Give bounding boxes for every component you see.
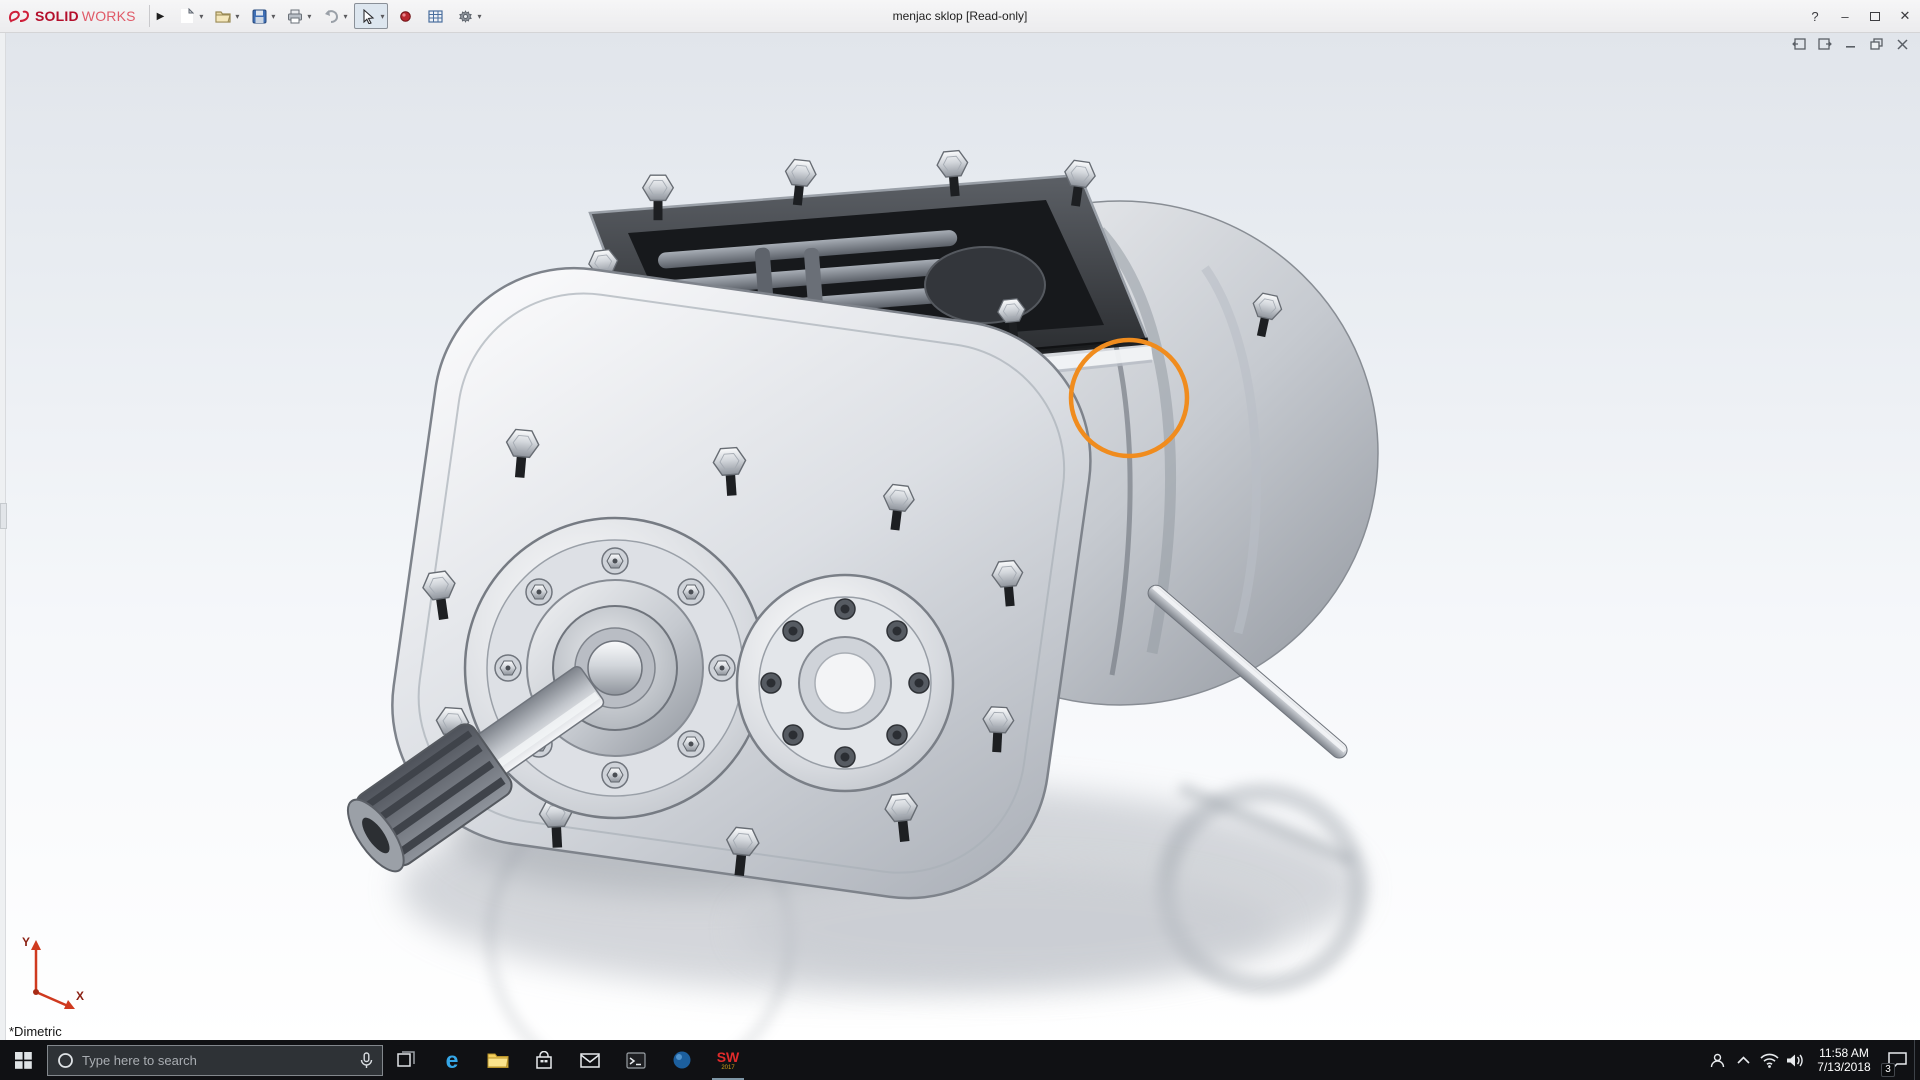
- notification-badge: 3: [1881, 1063, 1895, 1077]
- store-button[interactable]: [521, 1040, 567, 1080]
- solidworks-app-icon: SW 2017: [717, 1050, 740, 1071]
- file-explorer-button[interactable]: [475, 1040, 521, 1080]
- graphics-viewport[interactable]: Y X *Dimetric: [0, 33, 1920, 1040]
- front-housing: [374, 250, 1108, 916]
- volume-button[interactable]: [1782, 1040, 1808, 1080]
- design-table-button[interactable]: [422, 4, 448, 28]
- options-button[interactable]: ▾: [452, 4, 484, 28]
- dassault-ds-icon: [8, 8, 32, 25]
- next-window-icon[interactable]: [1817, 37, 1832, 51]
- view-orientation-label: *Dimetric: [9, 1024, 62, 1039]
- save-button[interactable]: ▾: [246, 4, 278, 28]
- feature-panel-strip: [0, 33, 6, 1040]
- chevron-up-icon: [1737, 1056, 1750, 1065]
- undo-button[interactable]: ▾: [318, 4, 350, 28]
- solidworks-logo: SOLIDWORKS: [0, 8, 142, 25]
- maximize-icon: [1870, 12, 1880, 21]
- dropdown-caret-icon[interactable]: ▾: [271, 12, 275, 21]
- tray-overflow-button[interactable]: [1730, 1040, 1756, 1080]
- triad-x-label: X: [76, 989, 84, 1003]
- wifi-icon: [1760, 1053, 1779, 1068]
- table-grid-icon: [425, 6, 445, 26]
- open-icon: [213, 6, 233, 26]
- solidworks-window: SOLIDWORKS ▶ ▾ ▾ ▾: [0, 0, 1920, 1080]
- cortana-ring-icon: [57, 1052, 74, 1069]
- show-desktop-button[interactable]: [1914, 1040, 1920, 1080]
- windows-taskbar: e: [0, 1040, 1920, 1080]
- maximize-button[interactable]: [1860, 0, 1890, 33]
- record-dot-icon: [395, 6, 415, 26]
- orientation-triad: Y X: [12, 930, 96, 1014]
- dropdown-caret-icon[interactable]: ▾: [380, 12, 384, 21]
- clock-time: 11:58 AM: [1808, 1046, 1880, 1060]
- folder-icon: [487, 1051, 509, 1069]
- doc-restore-icon[interactable]: [1869, 37, 1884, 51]
- save-icon: [249, 6, 269, 26]
- store-bag-icon: [535, 1051, 553, 1070]
- clock-date: 7/13/2018: [1808, 1060, 1880, 1074]
- taskbar-search[interactable]: [47, 1045, 383, 1076]
- microphone-icon[interactable]: [360, 1052, 373, 1069]
- input-flange: [465, 518, 765, 818]
- select-tool-button[interactable]: ▾: [354, 3, 388, 29]
- minimize-button[interactable]: –: [1830, 0, 1860, 33]
- app-icon: [672, 1050, 692, 1070]
- triad-y-label: Y: [22, 935, 30, 949]
- system-tray: 11:58 AM 7/13/2018 3: [1704, 1040, 1920, 1080]
- edge-button[interactable]: e: [429, 1040, 475, 1080]
- print-icon: [285, 6, 305, 26]
- mail-button[interactable]: [567, 1040, 613, 1080]
- quick-access-toolbar: ▾ ▾ ▾ ▾ ▾: [174, 3, 484, 29]
- mail-envelope-icon: [580, 1053, 600, 1068]
- document-title: menjac sklop [Read-only]: [893, 0, 1028, 33]
- dropdown-caret-icon[interactable]: ▾: [199, 12, 203, 21]
- help-button[interactable]: ?: [1800, 0, 1830, 33]
- people-button[interactable]: [1704, 1040, 1730, 1080]
- brand-works: WORKS: [82, 8, 136, 24]
- action-center-button[interactable]: 3: [1880, 1040, 1914, 1080]
- brand-solid: SOLID: [35, 8, 79, 24]
- speaker-icon: [1786, 1053, 1804, 1068]
- console-button[interactable]: [613, 1040, 659, 1080]
- dropdown-caret-icon[interactable]: ▾: [477, 12, 481, 21]
- app-button[interactable]: [659, 1040, 705, 1080]
- secondary-flange: [737, 575, 953, 791]
- panel-collapse-handle[interactable]: [0, 503, 7, 529]
- new-file-button[interactable]: ▾: [174, 4, 206, 28]
- task-view-icon: [396, 1050, 416, 1070]
- titlebar: SOLIDWORKS ▶ ▾ ▾ ▾: [0, 0, 1920, 33]
- console-icon: [626, 1052, 646, 1069]
- close-button[interactable]: ✕: [1890, 0, 1920, 33]
- menu-expand-arrow-icon[interactable]: ▶: [157, 11, 165, 22]
- dropdown-caret-icon[interactable]: ▾: [307, 12, 311, 21]
- previous-window-icon[interactable]: [1791, 37, 1806, 51]
- undo-icon: [321, 6, 341, 26]
- titlebar-separator: [149, 5, 150, 27]
- open-button[interactable]: ▾: [210, 4, 242, 28]
- record-button[interactable]: [392, 4, 418, 28]
- gearbox-model: [0, 33, 1920, 1040]
- taskbar-clock[interactable]: 11:58 AM 7/13/2018: [1808, 1046, 1880, 1074]
- gear-icon: [455, 6, 475, 26]
- doc-minimize-icon[interactable]: [1843, 37, 1858, 51]
- select-arrow-icon: [358, 6, 378, 26]
- solidworks-taskbar-button[interactable]: SW 2017: [705, 1040, 751, 1080]
- windows-logo-icon: [15, 1052, 32, 1069]
- task-view-button[interactable]: [383, 1040, 429, 1080]
- print-button[interactable]: ▾: [282, 4, 314, 28]
- network-button[interactable]: [1756, 1040, 1782, 1080]
- new-file-icon: [177, 6, 197, 26]
- document-window-controls: [1791, 37, 1910, 51]
- dropdown-caret-icon[interactable]: ▾: [343, 12, 347, 21]
- dropdown-caret-icon[interactable]: ▾: [235, 12, 239, 21]
- person-icon: [1709, 1052, 1726, 1069]
- window-controls: ? – ✕: [1800, 0, 1920, 33]
- edge-icon: e: [446, 1049, 459, 1072]
- search-input[interactable]: [82, 1053, 352, 1068]
- start-button[interactable]: [0, 1040, 46, 1080]
- doc-close-icon[interactable]: [1895, 37, 1910, 51]
